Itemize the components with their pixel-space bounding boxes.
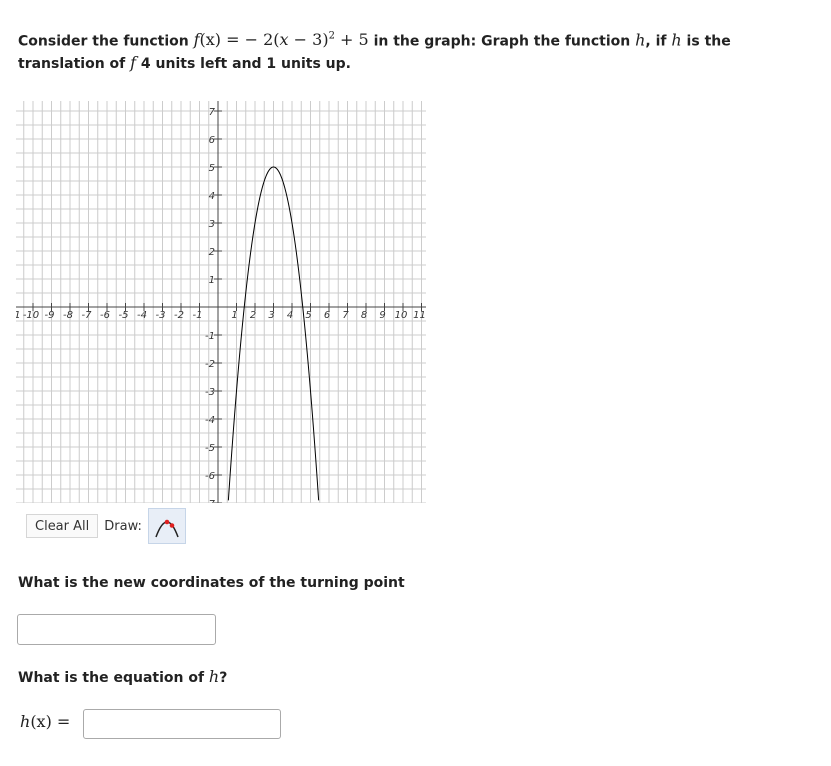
grid (16, 101, 426, 503)
x-tick-label: -1 (193, 310, 203, 321)
turning-point-input[interactable] (17, 614, 216, 645)
x-tick-label: -6 (100, 310, 110, 321)
question-part: , if (645, 33, 672, 50)
y-tick-label: 3 (209, 219, 215, 230)
y-tick-label: 1 (209, 275, 215, 286)
h-of-x-label: h(x) = (20, 712, 71, 731)
y-tick-label: 7 (209, 107, 216, 118)
x-tick-label: 5 (305, 310, 311, 321)
x-tick-label: -2 (174, 310, 184, 321)
function-f-expression: f(x) = − 2(x − 3)2 + 5 (193, 30, 369, 50)
question-part: Consider the function (18, 33, 194, 50)
x-tick-label: -8 (63, 310, 73, 321)
x-tick-label: -7 (82, 310, 93, 321)
graph-toolbar: Clear All Draw: (26, 508, 186, 544)
y-tick-label: -4 (205, 415, 215, 426)
y-tick-label: -1 (205, 331, 215, 342)
graph-canvas[interactable]: -11-10-9-8-7-6-5-4-3-2-11234567891011765… (16, 101, 426, 503)
parabola-icon (155, 519, 179, 538)
draw-parabola-tool-button[interactable] (147, 508, 186, 544)
var-h: h (635, 30, 646, 50)
y-tick-label: 6 (209, 135, 215, 146)
x-tick-label: -5 (119, 310, 129, 321)
x-tick-label: -3 (156, 310, 166, 321)
y-tick-label: -6 (205, 471, 215, 482)
y-tick-label: 2 (209, 247, 215, 258)
y-tick-label: -5 (205, 443, 215, 454)
x-tick-label: 9 (379, 310, 385, 321)
y-tick-label: -2 (205, 359, 215, 370)
x-tick-label: -4 (137, 310, 147, 321)
equation-input[interactable] (83, 709, 281, 739)
x-tick-label: 8 (361, 310, 367, 321)
x-tick-label: 7 (342, 310, 349, 321)
x-tick-label: 4 (287, 310, 293, 321)
x-tick-label: 6 (324, 310, 330, 321)
y-tick-label: -7 (205, 499, 216, 503)
axes (16, 101, 426, 503)
question-part: in the graph: Graph the function (368, 33, 636, 50)
y-tick-label: -3 (205, 387, 215, 398)
question-text: Consider the function f(x) = − 2(x − 3)2… (18, 26, 798, 75)
x-tick-label: 1 (231, 310, 237, 321)
x-tick-label: 11 (413, 310, 426, 321)
question-part: 4 units left and 1 units up. (136, 56, 351, 73)
x-tick-label: -9 (45, 310, 55, 321)
tick-labels: -11-10-9-8-7-6-5-4-3-2-11234567891011765… (16, 107, 426, 503)
clear-all-button[interactable]: Clear All (26, 514, 99, 538)
x-tick-label: 2 (250, 310, 256, 321)
draw-label: Draw: (104, 518, 142, 534)
y-tick-label: 4 (209, 191, 215, 202)
turning-point-question: What is the new coordinates of the turni… (18, 575, 405, 591)
y-tick-label: 5 (209, 163, 215, 174)
var-h: h (671, 30, 682, 50)
x-tick-label: 3 (268, 310, 274, 321)
x-tick-label: 10 (395, 310, 408, 321)
x-tick-label: -11 (16, 310, 21, 321)
equation-question: What is the equation of h? (18, 667, 228, 686)
x-tick-label: -10 (23, 310, 39, 321)
